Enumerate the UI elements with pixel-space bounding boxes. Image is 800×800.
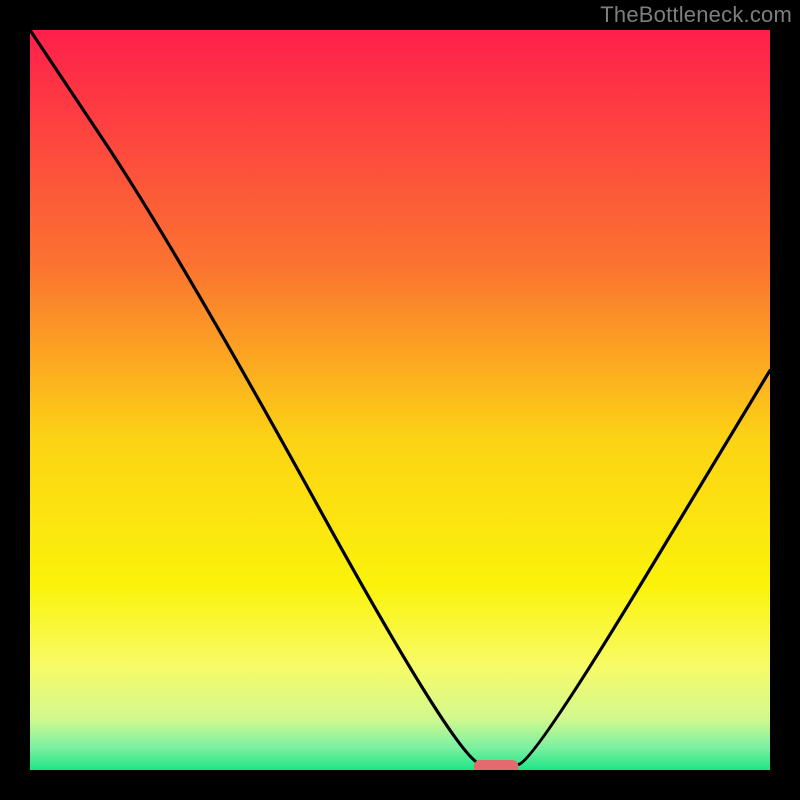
optimal-marker xyxy=(474,760,518,770)
gradient-background xyxy=(30,30,770,770)
plot-area xyxy=(30,30,770,770)
bottleneck-chart xyxy=(30,30,770,770)
watermark-label: TheBottleneck.com xyxy=(600,2,792,28)
chart-frame: TheBottleneck.com xyxy=(0,0,800,800)
